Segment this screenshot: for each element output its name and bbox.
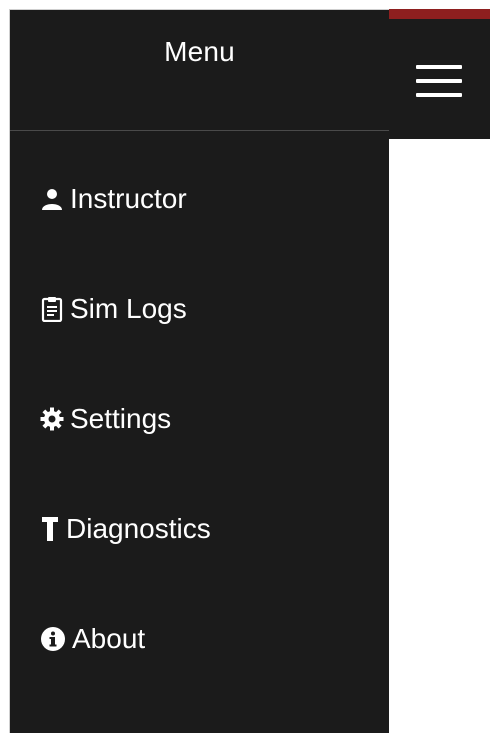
menu-item-settings[interactable]: Settings [40, 399, 171, 439]
info-icon [40, 626, 66, 652]
drawer-title: Menu [164, 36, 235, 67]
app-screen: Menu Instructor Sim Logs Settings Diagno… [0, 0, 490, 733]
hamburger-icon-line [416, 65, 462, 69]
clipboard-icon [40, 296, 64, 322]
navigation-drawer: Menu Instructor Sim Logs Settings Diagno… [9, 9, 389, 733]
drawer-header: Menu [10, 10, 389, 131]
hamburger-menu-button[interactable] [416, 65, 462, 99]
menu-item-label: Settings [70, 403, 172, 434]
menu-item-label: Diagnostics [66, 513, 211, 544]
menu-item-label: Instructor [70, 183, 187, 214]
hamburger-icon-line [416, 79, 462, 83]
menu-item-about[interactable]: About [40, 619, 145, 659]
gear-icon [40, 407, 64, 431]
top-bar [389, 9, 490, 139]
menu-item-label: About [72, 623, 146, 654]
top-bar-accent [389, 9, 490, 19]
menu-item-label: Sim Logs [70, 293, 187, 324]
user-icon [40, 187, 64, 211]
menu-item-diagnostics[interactable]: Diagnostics [40, 509, 211, 549]
menu-item-instructor[interactable]: Instructor [40, 179, 187, 219]
menu-item-sim-logs[interactable]: Sim Logs [40, 289, 187, 329]
hamburger-icon-line [416, 93, 462, 97]
hammer-icon [40, 515, 60, 543]
